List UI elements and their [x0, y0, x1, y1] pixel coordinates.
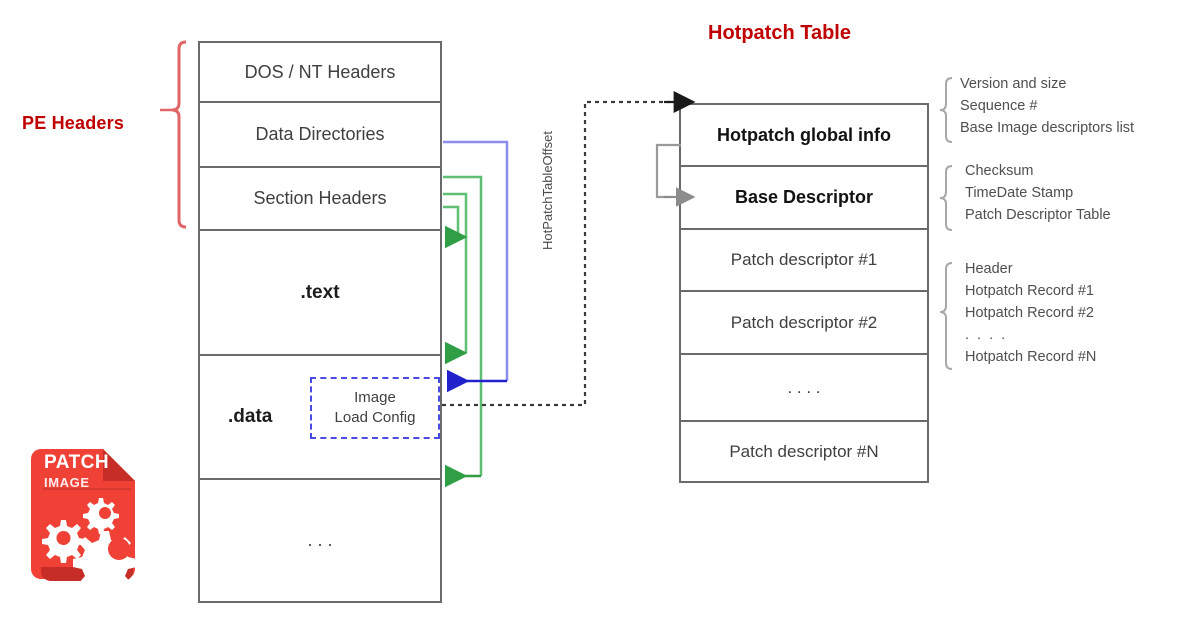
- annotation-line: Header: [965, 261, 1013, 277]
- hotpatch-row-global-info: Hotpatch global info: [681, 105, 927, 167]
- hotpatch-table-offset-arrow: [442, 100, 670, 407]
- annotation-line: Patch Descriptor Table: [965, 207, 1111, 224]
- pe-row-label: Data Directories: [255, 124, 385, 144]
- brace-patch-descriptor: [939, 262, 953, 370]
- pe-row-section-headers: Section Headers: [200, 168, 440, 231]
- pe-row-data-directories: Data Directories: [200, 103, 440, 168]
- annotation-line: TimeDate Stamp: [965, 185, 1074, 202]
- global-info-to-base-descriptor-arrow: [655, 143, 681, 199]
- hotpatch-row-base-descriptor: Base Descriptor: [681, 167, 927, 230]
- annotation-base-descriptor-fields: Checksum TimeDate Stamp Patch Descriptor…: [965, 160, 1111, 226]
- annotation-patch-descriptor-fields: Header Hotpatch Record #1 Hotpatch Recor…: [965, 258, 1096, 368]
- pe-row-label: . . .: [307, 530, 333, 550]
- hotpatch-row-label: Patch descriptor #2: [730, 312, 878, 332]
- logo-title: PATCH: [44, 452, 110, 473]
- section-header-pointers: [443, 175, 483, 476]
- annotation-line: . . . .: [965, 327, 1008, 344]
- pe-image-box: DOS / NT Headers Data Directories Sectio…: [198, 41, 442, 603]
- hotpatch-row-label: Patch descriptor #1: [730, 250, 878, 269]
- annotation-line: Checksum: [965, 163, 1034, 179]
- annotation-line: Hotpatch Record #1: [965, 283, 1094, 300]
- hotpatch-table-box: Hotpatch global info Base Descriptor Pat…: [679, 103, 929, 483]
- hotpatch-table-title: Hotpatch Table: [708, 22, 851, 44]
- logo-subtitle: IMAGE: [44, 475, 90, 490]
- pe-row-text-section: .text: [200, 231, 440, 356]
- image-load-config-box: Image Load Config: [310, 377, 440, 439]
- pe-row-dos-nt-headers: DOS / NT Headers: [200, 43, 440, 103]
- hotpatch-row-label: . . . .: [787, 377, 821, 397]
- pe-row-label: Section Headers: [253, 188, 387, 208]
- hotpatch-table-offset-label: HotPatchTableOffset: [540, 131, 555, 250]
- annotation-line: Sequence #: [960, 98, 1038, 115]
- hotpatch-row-label: Base Descriptor: [734, 187, 874, 207]
- pe-headers-brace: [171, 40, 187, 229]
- data-directory-to-load-config-arrow: [443, 140, 509, 381]
- annotation-global-info-fields: Version and size Sequence # Base Image d…: [960, 73, 1134, 139]
- hotpatch-row-patch-descriptor-n: Patch descriptor #N: [681, 422, 927, 481]
- pe-row-label: .data: [228, 406, 273, 427]
- hotpatch-row-label: Patch descriptor #N: [729, 441, 879, 461]
- section-header-arrowheads: [445, 225, 481, 488]
- hotpatch-row-ellipsis: . . . .: [681, 355, 927, 422]
- image-load-config-line1: Image: [354, 388, 396, 406]
- pe-row-ellipsis: . . .: [200, 480, 440, 601]
- hotpatch-row-patch-descriptor-2: Patch descriptor #2: [681, 292, 927, 355]
- image-load-config-line2: Load Config: [334, 409, 416, 426]
- annotation-line: Hotpatch Record #N: [965, 349, 1097, 366]
- brace-base-descriptor: [939, 165, 953, 231]
- annotation-braces: [939, 77, 953, 370]
- hotpatch-row-patch-descriptor-1: Patch descriptor #1: [681, 230, 927, 292]
- annotation-line: Base Image descriptors list: [960, 120, 1135, 137]
- diagram-canvas: PE Headers DOS / NT Headers Data Directo…: [0, 0, 1200, 620]
- pe-row-label: .text: [300, 281, 340, 303]
- brace-global-info: [939, 77, 953, 143]
- patch-image-logo: PATCH IMAGE: [31, 441, 143, 581]
- hotpatch-row-label: Hotpatch global info: [717, 124, 891, 145]
- annotation-line: Hotpatch Record #2: [965, 305, 1094, 322]
- annotation-line: Version and size: [960, 76, 1067, 92]
- pe-row-label: DOS / NT Headers: [244, 61, 396, 82]
- pe-headers-label: PE Headers: [22, 113, 125, 133]
